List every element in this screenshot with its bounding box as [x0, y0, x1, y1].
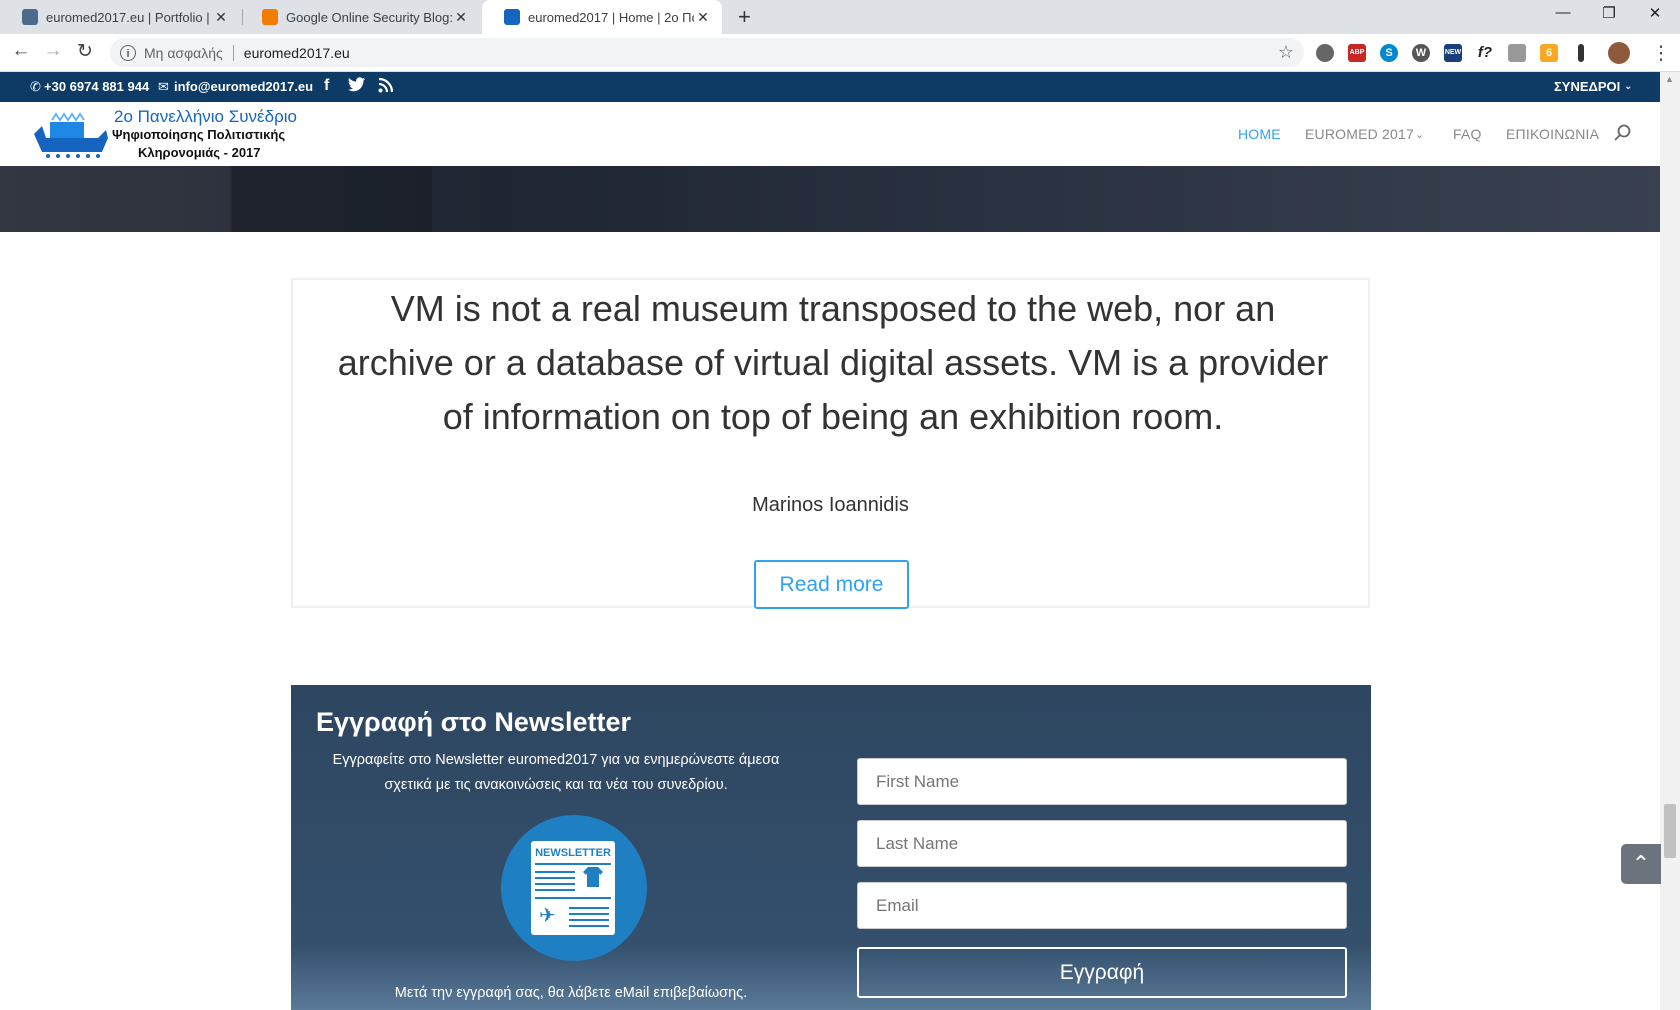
airplane-icon: ✈ [539, 905, 556, 927]
formula-ext-icon[interactable]: f? [1476, 44, 1494, 62]
search-icon[interactable] [1614, 124, 1632, 145]
paper-line [535, 889, 575, 891]
paper-line [535, 897, 611, 899]
first-name-field[interactable] [857, 758, 1347, 805]
hero-image [0, 166, 1660, 232]
nav-home[interactable]: HOME [1238, 126, 1281, 142]
logo-subtitle-2: Κληρονομιάς - 2017 [138, 145, 261, 160]
browser-menu-icon[interactable]: ⋮ [1648, 42, 1674, 65]
new-tab-button[interactable]: + [738, 4, 751, 30]
browser-tab-euromed[interactable]: euromed2017 | Home | 2o Πανελ ✕ [482, 0, 722, 34]
tab-title: euromed2017.eu | Portfolio | Buil [46, 9, 212, 25]
address-divider [232, 44, 234, 61]
hero-panel [0, 166, 230, 232]
tab-title: Google Online Security Blog: Mo [286, 9, 452, 25]
newsletter-note: Μετά την εγγραφή σας, θα λάβετε eMail επ… [394, 985, 748, 1001]
adblock-ext-icon[interactable]: ABP [1348, 44, 1366, 62]
paper-line [535, 863, 611, 865]
euromed-favicon-icon [504, 9, 520, 25]
paper-line [535, 871, 575, 873]
paper-line [569, 913, 609, 915]
blogger-icon [262, 9, 278, 25]
site-topbar: ✆ +30 6974 881 944 ✉ info@euromed2017.eu… [0, 72, 1660, 102]
key-ext-icon[interactable] [1578, 44, 1584, 62]
paper-line [569, 907, 609, 909]
browser-tabstrip: euromed2017.eu | Portfolio | Buil ✕ Goog… [0, 0, 1680, 34]
logo-title: 2ο Πανελλήνιο Συνέδριο [114, 107, 297, 126]
chevron-down-icon: ⌄ [1415, 129, 1425, 141]
reload-button[interactable]: ↻ [72, 40, 98, 63]
cube-ext-icon[interactable] [1508, 44, 1526, 62]
security-label: Μη ασφαλής [144, 44, 223, 61]
maximize-button[interactable]: ❐ [1594, 4, 1624, 22]
subscribe-button[interactable]: Εγγραφή [857, 947, 1347, 998]
browser-tab-security-blog[interactable]: Google Online Security Blog: Mo ✕ [240, 0, 480, 34]
nav-faq[interactable]: FAQ [1453, 126, 1482, 142]
back-button[interactable]: ← [8, 40, 34, 62]
window-close-button[interactable]: ✕ [1640, 4, 1670, 22]
scroll-up-icon[interactable]: ▲ [1665, 74, 1674, 84]
browser-toolbar: ← → ↻ i Μη ασφαλής euromed2017.eu ☆ ABP … [0, 34, 1680, 72]
bookmark-star-icon[interactable]: ☆ [1278, 42, 1294, 63]
conferences-menu[interactable]: ΣΥΝΕΔΡΟΙ [1554, 79, 1620, 94]
quote-author: Marinos Ioannidis [752, 494, 909, 516]
read-more-button[interactable]: Read more [754, 560, 909, 609]
wordpress-ext-icon[interactable]: W [1412, 44, 1430, 62]
news-ext-icon[interactable]: NEW [1444, 44, 1462, 62]
nav-contact[interactable]: ΕΠΙΚΟΙΝΩΝΙΑ [1506, 126, 1599, 142]
chevron-down-icon: ⌄ [1624, 81, 1633, 92]
phone-icon: ✆ [30, 79, 41, 94]
hero-panel [232, 166, 432, 232]
email-link[interactable]: info@euromed2017.eu [174, 79, 313, 94]
page-scrollbar[interactable]: ▲ [1660, 72, 1680, 1010]
paper-line [535, 883, 575, 885]
newsletter-title: Εγγραφή στο Newsletter [316, 707, 631, 737]
address-bar[interactable]: i Μη ασφαλής euromed2017.eu ☆ [110, 38, 1304, 67]
last-name-field[interactable] [857, 820, 1347, 867]
quote-text: VM is not a real museum transposed to th… [337, 288, 1329, 437]
nav-euromed[interactable]: EUROMED 2017 [1305, 126, 1414, 142]
info-icon[interactable]: i [120, 44, 136, 61]
newsletter-image-label: NEWSLETTER [535, 847, 611, 859]
paper-line [569, 919, 609, 921]
tab-close-icon[interactable]: ✕ [212, 9, 230, 26]
back-to-top-button[interactable]: ⌃ [1621, 844, 1661, 884]
globe-ext-icon[interactable] [1316, 44, 1334, 62]
paper-line [535, 877, 575, 879]
bulb-ext-icon[interactable]: 6 [1540, 44, 1558, 62]
url-text: euromed2017.eu [243, 44, 350, 61]
logo-ship-icon[interactable] [32, 112, 112, 160]
email-field[interactable] [857, 882, 1347, 929]
facebook-icon[interactable]: f [324, 77, 329, 95]
twitter-icon[interactable] [348, 77, 366, 96]
quote-card: VM is not a real museum transposed to th… [291, 278, 1370, 609]
monitor-icon [22, 9, 38, 25]
browser-tab-portfolio[interactable]: euromed2017.eu | Portfolio | Buil ✕ [0, 0, 240, 34]
email-icon: ✉ [158, 79, 169, 94]
skype-ext-icon[interactable]: S [1380, 44, 1398, 62]
logo-subtitle: Ψηφιοποίησης Πολιτιστικής [112, 127, 286, 142]
profile-avatar[interactable] [1608, 42, 1630, 64]
rss-icon[interactable] [378, 77, 394, 96]
scroll-thumb[interactable] [1664, 804, 1676, 858]
minimize-button[interactable]: — [1548, 4, 1578, 21]
newsletter-icon: NEWSLETTER ✈ [501, 815, 647, 961]
newsletter-description: Εγγραφείτε στο Newsletter euromed2017 γι… [332, 752, 780, 793]
tshirt-icon [583, 867, 603, 887]
newsletter-section: Εγγραφή στο Newsletter Εγγραφείτε στο Ne… [291, 685, 1371, 1010]
forward-button[interactable]: → [40, 40, 66, 62]
tab-close-icon[interactable]: ✕ [452, 9, 470, 26]
paper-line [569, 925, 609, 927]
tab-close-icon[interactable]: ✕ [694, 9, 712, 26]
phone-link[interactable]: +30 6974 881 944 [44, 79, 149, 94]
site-header: 2ο Πανελλήνιο Συνέδριο Ψηφιοποίησης Πολι… [0, 102, 1660, 166]
tab-title: euromed2017 | Home | 2o Πανελ [528, 9, 694, 25]
newsletter-paper: NEWSLETTER ✈ [531, 841, 615, 935]
